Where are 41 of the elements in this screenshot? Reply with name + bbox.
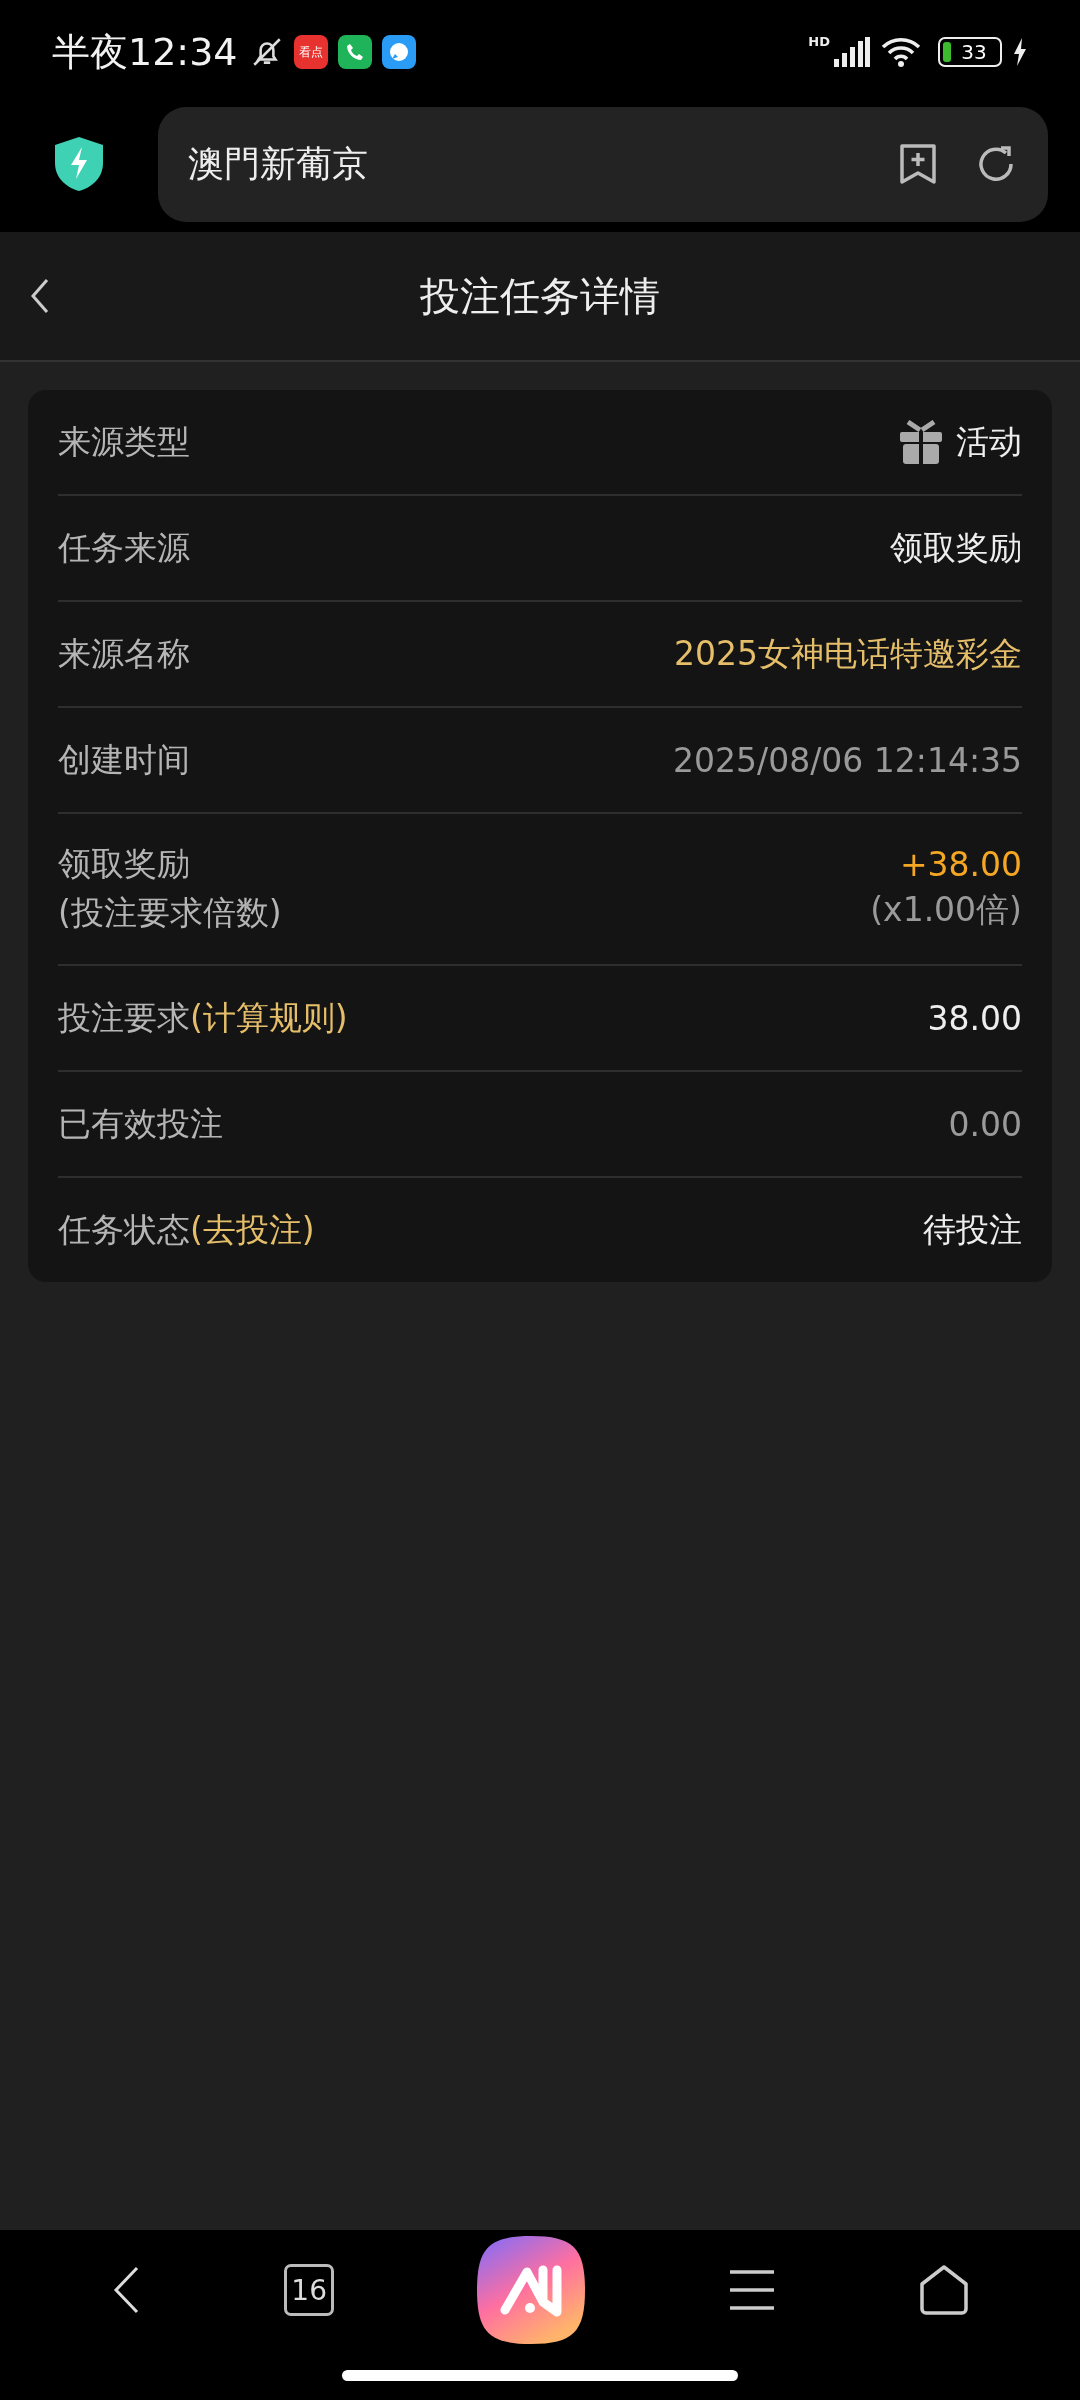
- row-value: 0.00: [948, 1104, 1022, 1144]
- bookmark-add-icon[interactable]: [898, 142, 938, 186]
- row-value: 待投注: [923, 1208, 1022, 1251]
- address-bar[interactable]: 澳門新葡京: [158, 106, 1048, 222]
- shield-icon: [55, 137, 103, 191]
- row-value: 2025/08/06 12:14:35: [673, 740, 1022, 780]
- assistant-icon[interactable]: [477, 2236, 585, 2344]
- phone-app-icon: [337, 35, 372, 69]
- row-label: 任务状态(去投注): [58, 1208, 315, 1251]
- row-value: +38.00: [899, 845, 1022, 884]
- row-link[interactable]: (计算规则): [190, 997, 348, 1037]
- row-label: 领取奖励: [58, 843, 191, 885]
- row-label: 来源名称: [58, 632, 190, 675]
- wifi-icon: [880, 37, 922, 67]
- row-label: 来源类型: [58, 420, 190, 463]
- row-subvalue: (x1.00倍): [870, 889, 1022, 931]
- row-value: 活动: [956, 420, 1022, 463]
- row-label: 创建时间: [58, 738, 190, 781]
- home-icon[interactable]: [918, 2264, 969, 2316]
- charging-icon: [1012, 38, 1028, 66]
- app-badge-icon: 看点: [293, 35, 328, 69]
- home-indicator[interactable]: [342, 2369, 738, 2381]
- battery-icon: 33: [938, 37, 1002, 67]
- row-value: 领取奖励: [890, 526, 1022, 569]
- status-time: 半夜12:34: [52, 28, 238, 76]
- row-link[interactable]: (去投注): [190, 1209, 315, 1249]
- row-sublabel: (投注要求倍数): [58, 892, 282, 934]
- tabs-button[interactable]: 16: [284, 2264, 335, 2316]
- chat-app-icon: [381, 35, 416, 69]
- gift-icon: [900, 420, 942, 464]
- network-label: HD: [808, 34, 830, 49]
- signal-icon: [834, 37, 870, 67]
- row-value: 2025女神电话特邀彩金: [674, 632, 1022, 675]
- back-icon[interactable]: [30, 278, 50, 314]
- address-text: 澳門新葡京: [188, 141, 369, 186]
- row-label: 已有效投注: [58, 1102, 223, 1145]
- row-label: 投注要求(计算规则): [58, 996, 348, 1039]
- row-value: 38.00: [927, 998, 1022, 1038]
- menu-icon[interactable]: [727, 2268, 776, 2312]
- page-title: 投注任务详情: [420, 271, 660, 321]
- row-label: 任务来源: [58, 526, 190, 569]
